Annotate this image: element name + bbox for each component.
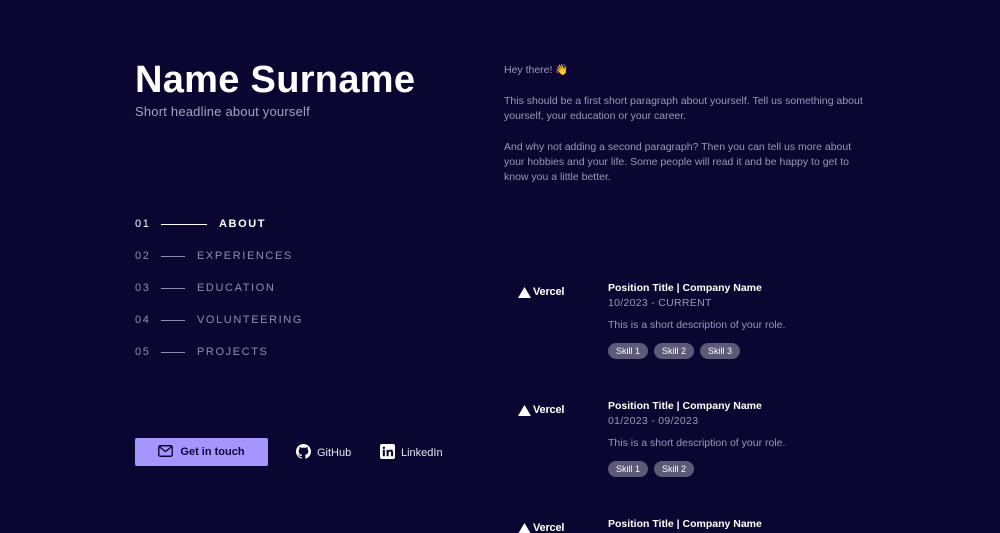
company-logo-text: Vercel <box>533 522 565 533</box>
company-logo: Vercel <box>518 286 564 298</box>
github-label: GitHub <box>317 447 352 459</box>
nav-item-education[interactable]: 03 EDUCATION <box>135 272 303 304</box>
get-in-touch-button[interactable]: Get in touch <box>135 438 268 466</box>
vercel-triangle-icon <box>518 522 531 533</box>
company-logo-text: Vercel <box>533 404 565 416</box>
vercel-triangle-icon <box>518 286 531 298</box>
nav-label: ABOUT <box>219 218 267 230</box>
mail-icon <box>158 444 174 460</box>
nav-line <box>161 287 185 289</box>
skill-badge: Skill 3 <box>700 343 741 359</box>
company-logo: Vercel <box>518 522 564 533</box>
position-date: 10/2023 - CURRENT <box>608 297 712 309</box>
page-title: Name Surname <box>135 59 416 101</box>
skill-badge: Skill 2 <box>654 461 695 477</box>
nav-label: VOLUNTEERING <box>197 314 303 326</box>
about-paragraph-2: And why not adding a second paragraph? T… <box>504 141 852 183</box>
nav-number: 01 <box>135 218 151 230</box>
skill-badge: Skill 1 <box>608 343 649 359</box>
about-section: Hey there! 👋 This should be a first shor… <box>504 63 874 201</box>
position-description: This is a short description of your role… <box>608 437 786 449</box>
nav-number: 05 <box>135 346 151 358</box>
nav-number: 02 <box>135 250 151 262</box>
nav-label: PROJECTS <box>197 346 269 358</box>
nav-item-projects[interactable]: 05 PROJECTS <box>135 336 303 368</box>
nav-line <box>161 223 207 225</box>
nav-number: 04 <box>135 314 151 326</box>
nav-line <box>161 319 185 321</box>
github-link[interactable]: GitHub <box>296 444 351 462</box>
about-paragraph-1: This should be a first short paragraph a… <box>504 95 863 122</box>
company-logo: Vercel <box>518 404 564 416</box>
linkedin-icon <box>380 444 395 462</box>
nav-label: EDUCATION <box>197 282 276 294</box>
skill-badge: Skill 2 <box>654 343 695 359</box>
nav-item-volunteering[interactable]: 04 VOLUNTEERING <box>135 304 303 336</box>
skill-badge: Skill 1 <box>608 461 649 477</box>
linkedin-label: LinkedIn <box>401 447 443 459</box>
section-nav: 01 ABOUT 02 EXPERIENCES 03 EDUCATION 04 … <box>135 208 303 368</box>
greeting: Hey there! 👋 <box>504 64 569 76</box>
nav-line <box>161 255 185 257</box>
headline: Short headline about yourself <box>135 104 310 119</box>
nav-label: EXPERIENCES <box>197 250 293 262</box>
portfolio-page: Name Surname Short headline about yourse… <box>0 0 1000 533</box>
position-title: Position Title | Company Name <box>608 518 762 530</box>
position-title: Position Title | Company Name <box>608 282 762 294</box>
nav-item-experiences[interactable]: 02 EXPERIENCES <box>135 240 303 272</box>
nav-line <box>161 351 185 353</box>
nav-item-about[interactable]: 01 ABOUT <box>135 208 303 240</box>
position-date: 01/2023 - 09/2023 <box>608 415 699 427</box>
company-logo-text: Vercel <box>533 286 565 298</box>
github-icon <box>296 444 311 462</box>
skill-list: Skill 1 Skill 2 <box>608 461 878 477</box>
skill-list: Skill 1 Skill 2 Skill 3 <box>608 343 878 359</box>
vercel-triangle-icon <box>518 404 531 416</box>
get-in-touch-label: Get in touch <box>180 446 245 458</box>
position-description: This is a short description of your role… <box>608 319 786 331</box>
linkedin-link[interactable]: LinkedIn <box>380 444 443 462</box>
nav-number: 03 <box>135 282 151 294</box>
position-title: Position Title | Company Name <box>608 400 762 412</box>
